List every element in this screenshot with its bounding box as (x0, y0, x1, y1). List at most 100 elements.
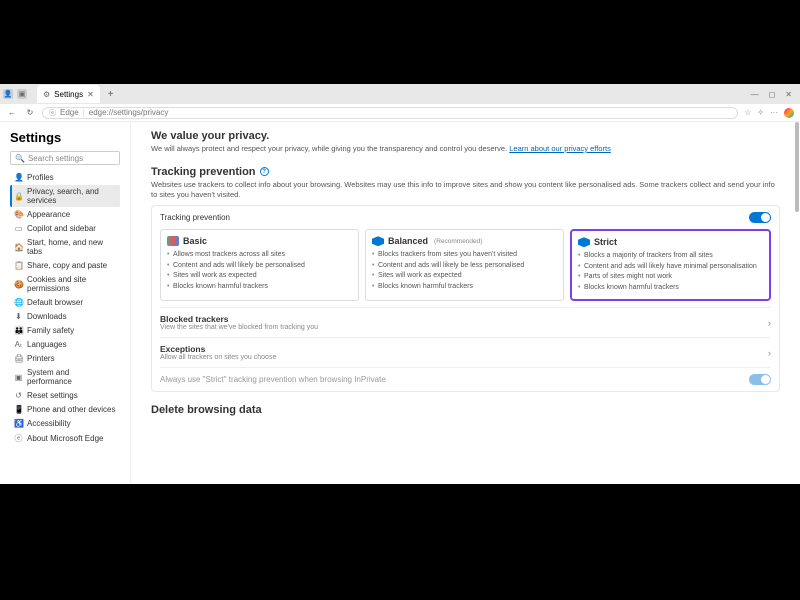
sidebar-icon: ⬇ (14, 312, 23, 321)
profile-avatar-icon[interactable] (784, 108, 794, 118)
delete-heading: Delete browsing data (151, 404, 780, 416)
card-strict[interactable]: Strict Blocks a majority of trackers fro… (570, 229, 771, 301)
sidebar-item-about-microsoft-edge[interactable]: ⓔ About Microsoft Edge (10, 431, 120, 446)
favorite-star-icon[interactable]: ☆ (744, 108, 751, 117)
edge-icon: ⓔ (49, 108, 56, 118)
scrollbar-thumb[interactable] (795, 122, 799, 212)
url-icon-label: Edge (60, 108, 79, 117)
sidebar-item-label: Profiles (27, 173, 54, 182)
card-bullet: Sites will work as expected (372, 271, 557, 280)
tracking-toggle[interactable] (749, 212, 771, 223)
sidebar-icon: 🔒 (14, 192, 23, 201)
panel-label: Tracking prevention (160, 213, 230, 222)
back-button[interactable]: ← (6, 108, 18, 117)
privacy-heading: We value your privacy. (151, 130, 780, 142)
url-field[interactable]: ⓔ Edge | edge://settings/privacy (42, 107, 738, 119)
collections-icon[interactable]: ✧ (757, 108, 764, 117)
sidebar-item-default-browser[interactable]: 🌐 Default browser (10, 296, 120, 309)
sidebar-item-appearance[interactable]: 🎨 Appearance (10, 208, 120, 221)
sidebar-item-profiles[interactable]: 👤Profiles (10, 171, 120, 184)
sidebar-icon: 🎨 (14, 210, 23, 219)
sidebar-item-label: Phone and other devices (27, 405, 116, 414)
sidebar-icon: 🏠 (14, 243, 23, 252)
sidebar-item-label: Copilot and sidebar (27, 224, 96, 233)
card-bullet: Blocks known harmful trackers (578, 283, 763, 292)
sidebar-item-label: Default browser (27, 298, 83, 307)
tracking-sub: Websites use trackers to collect info ab… (151, 180, 780, 200)
card-bullet: Blocks trackers from sites you haven't v… (372, 250, 557, 259)
sidebar-item-copilot-and-sidebar[interactable]: ▭ Copilot and sidebar (10, 222, 120, 235)
sidebar-item-privacy-search-and-services[interactable]: 🔒 Privacy, search, and services (10, 185, 120, 207)
address-bar: ← ↻ ⓔ Edge | edge://settings/privacy ☆ ✧… (0, 104, 800, 122)
sidebar-item-label: Appearance (27, 210, 70, 219)
sidebar-item-reset-settings[interactable]: ↺ Reset settings (10, 389, 120, 402)
profile-icon[interactable]: 👤 (3, 89, 13, 99)
search-placeholder: Search settings (28, 154, 83, 163)
close-tab-icon[interactable]: ✕ (87, 90, 94, 99)
sidebar-item-phone-and-other-devices[interactable]: 📱 Phone and other devices (10, 403, 120, 416)
sidebar-item-system-and-performance[interactable]: ▣System and performance (10, 366, 120, 388)
sidebar-icon: 🌐 (14, 298, 23, 307)
sidebar-item-label: Family safety (27, 326, 74, 335)
scrollbar[interactable] (794, 122, 800, 484)
sidebar-icon: ♿ (14, 419, 23, 428)
search-input[interactable]: 🔍 Search settings (10, 151, 120, 165)
sidebar-icon: ⓔ (14, 433, 23, 444)
maximize-button[interactable]: ◻ (769, 90, 776, 99)
card-bullet: Parts of sites might not work (578, 272, 763, 281)
card-basic[interactable]: Basic Allows most trackers across all si… (160, 229, 359, 301)
sidebar-item-label: Start, home, and new tabs (27, 238, 116, 256)
basic-icon (167, 236, 179, 246)
always-strict-row: Always use "Strict" tracking prevention … (160, 367, 771, 385)
workspaces-icon[interactable]: ▣ (17, 89, 27, 99)
card-bullet: Sites will work as expected (167, 271, 352, 280)
privacy-learn-link[interactable]: Learn about our privacy efforts (509, 144, 611, 153)
exceptions-row[interactable]: Exceptions Allow all trackers on sites y… (160, 337, 771, 361)
card-balanced[interactable]: Balanced(Recommended) Blocks trackers fr… (365, 229, 564, 301)
gear-icon: ⚙ (43, 90, 50, 99)
sidebar-item-label: Cookies and site permissions (27, 275, 116, 293)
strict-icon (578, 237, 590, 247)
info-icon[interactable]: ? (260, 167, 269, 176)
sidebar-item-label: Printers (27, 354, 55, 363)
sidebar-item-share-copy-and-paste[interactable]: 📋Share, copy and paste (10, 259, 120, 272)
sidebar-item-label: Accessibility (27, 419, 71, 428)
sidebar-item-family-safety[interactable]: 👪 Family safety (10, 324, 120, 337)
sidebar-item-label: Languages (27, 340, 67, 349)
sidebar-title: Settings (10, 130, 120, 145)
card-bullet: Content and ads will likely have minimal… (578, 262, 763, 271)
chevron-right-icon: › (768, 348, 771, 358)
blocked-trackers-row[interactable]: Blocked trackers View the sites that we'… (160, 307, 771, 331)
sidebar-item-downloads[interactable]: ⬇Downloads (10, 310, 120, 323)
sidebar-icon: 👪 (14, 326, 23, 335)
close-window-button[interactable]: ✕ (785, 90, 792, 99)
new-tab-button[interactable]: + (108, 89, 114, 100)
sidebar-item-accessibility[interactable]: ♿ Accessibility (10, 417, 120, 430)
sidebar-item-cookies-and-site-permissions[interactable]: 🍪 Cookies and site permissions (10, 273, 120, 295)
main-content: We value your privacy. We will always pr… (130, 122, 800, 484)
sidebar-icon: 🖨 (14, 354, 23, 363)
sidebar-item-start-home-and-new-tabs[interactable]: 🏠 Start, home, and new tabs (10, 236, 120, 258)
sidebar-icon: ▭ (14, 224, 23, 233)
sidebar-icon: 🍪 (14, 280, 23, 289)
more-icon[interactable]: ··· (770, 108, 778, 117)
tracking-heading: Tracking prevention (151, 166, 256, 178)
always-strict-toggle[interactable] (749, 374, 771, 385)
sidebar-icon: ↺ (14, 391, 23, 400)
privacy-intro: We will always protect and respect your … (151, 144, 780, 154)
sidebar-item-label: About Microsoft Edge (27, 434, 103, 443)
tab-title: Settings (54, 90, 83, 99)
sidebar-item-label: Privacy, search, and services (27, 187, 116, 205)
card-bullet: Content and ads will likely be personali… (167, 261, 352, 270)
sidebar-item-languages[interactable]: AₜLanguages (10, 338, 120, 351)
sidebar-item-label: Reset settings (27, 391, 78, 400)
sidebar-item-printers[interactable]: 🖨 Printers (10, 352, 120, 365)
card-bullet: Allows most trackers across all sites (167, 250, 352, 259)
sidebar-icon: ▣ (14, 373, 23, 382)
sidebar-icon: 📱 (14, 405, 23, 414)
card-bullet: Blocks a majority of trackers from all s… (578, 251, 763, 260)
sidebar-icon: 📋 (14, 261, 23, 270)
refresh-button[interactable]: ↻ (24, 108, 36, 117)
minimize-button[interactable]: — (751, 90, 759, 99)
browser-tab[interactable]: ⚙ Settings ✕ (37, 85, 100, 103)
